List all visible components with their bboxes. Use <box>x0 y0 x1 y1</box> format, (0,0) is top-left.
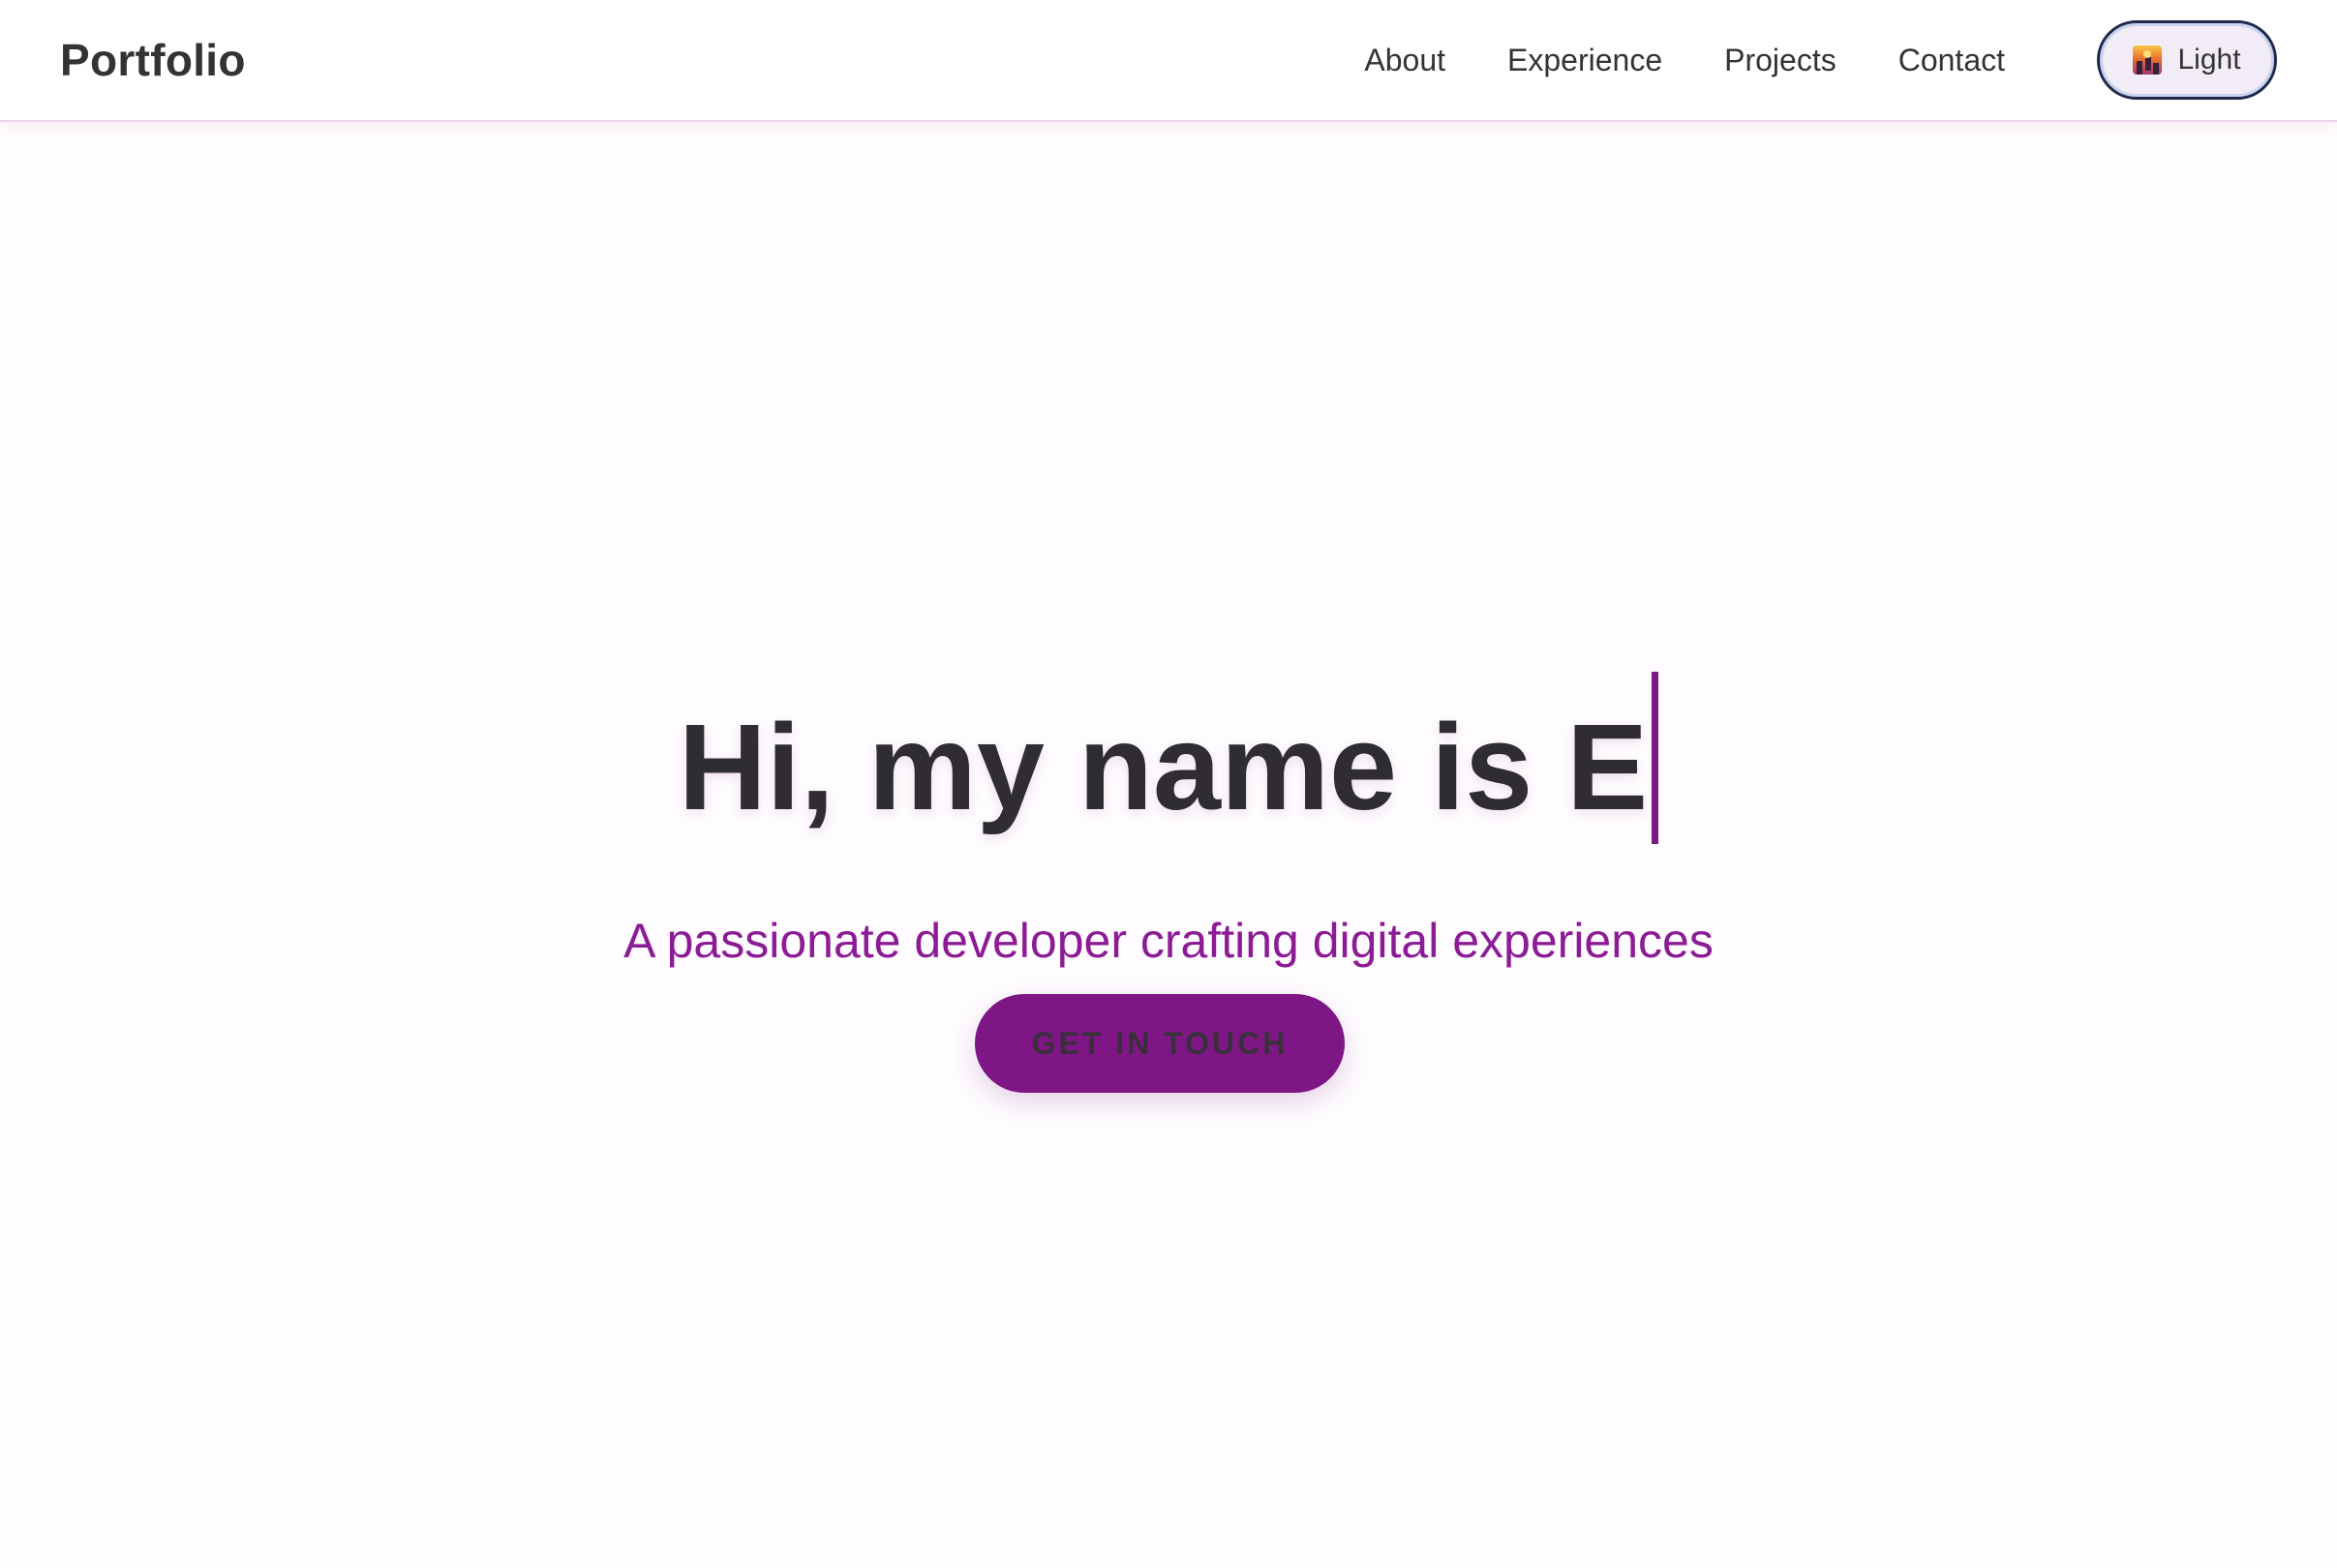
brand-logo-text[interactable]: Portfolio <box>60 34 246 86</box>
hero-heading: Hi, my name is E <box>0 672 2337 845</box>
theme-toggle-label: Light <box>2177 44 2241 75</box>
nav-link-contact[interactable]: Contact <box>1898 43 2005 78</box>
sunset-icon <box>2133 45 2163 75</box>
nav-link-about[interactable]: About <box>1364 43 1445 78</box>
typing-cursor <box>1652 672 1659 845</box>
hero-heading-text: Hi, my name is E <box>678 699 1649 836</box>
hero-subtitle: A passionate developer crafting digital … <box>623 914 1714 968</box>
nav-link-projects[interactable]: Projects <box>1724 43 1836 78</box>
hero-section <box>0 124 2337 1568</box>
theme-toggle-button[interactable]: Light <box>2097 20 2277 100</box>
nav-links: About Experience Projects Contact <box>1364 43 2005 78</box>
nav-link-experience[interactable]: Experience <box>1507 43 1662 78</box>
top-navbar: Portfolio About Experience Projects Cont… <box>0 0 2337 122</box>
get-in-touch-button[interactable]: GET IN TOUCH <box>975 994 1345 1093</box>
